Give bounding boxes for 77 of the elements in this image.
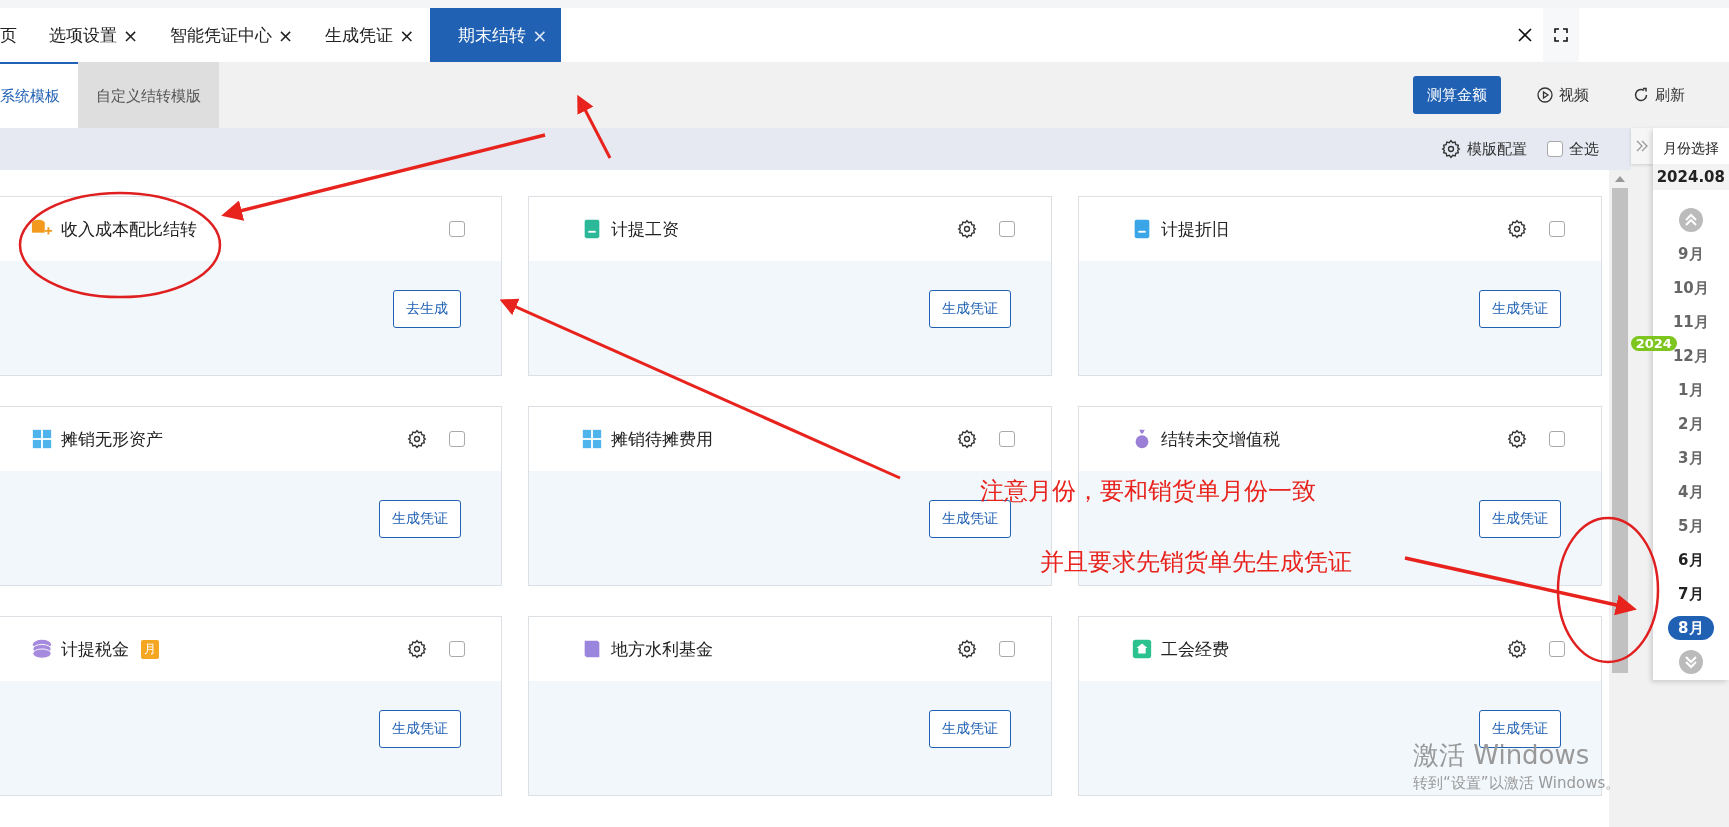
- card-title: 收入成本配比结转: [61, 217, 197, 241]
- tab-close-button[interactable]: ×: [399, 24, 415, 46]
- fullscreen-button[interactable]: [1543, 8, 1579, 62]
- month-item[interactable]: 5月: [1668, 514, 1714, 538]
- scrollbar-thumb[interactable]: [1611, 188, 1628, 673]
- scroll-up-icon[interactable]: [1614, 176, 1625, 182]
- checkbox-square[interactable]: [1546, 141, 1563, 157]
- card-title: 计提折旧: [1161, 217, 1229, 241]
- template-tab[interactable]: 自定义结转模版: [78, 62, 219, 128]
- scroll-up-icon[interactable]: [1678, 208, 1703, 232]
- card-title: 结转未交增值税: [1161, 427, 1280, 451]
- fullscreen-icon: [1554, 28, 1568, 42]
- tab-close-button[interactable]: ×: [278, 24, 294, 46]
- card-checkbox[interactable]: [1549, 431, 1565, 447]
- card-title: 摊销无形资产: [61, 427, 163, 451]
- settings-icon[interactable]: [957, 639, 977, 659]
- card-checkbox[interactable]: [449, 641, 465, 657]
- annotation-arrow: [577, 94, 612, 159]
- generate-button[interactable]: 生成凭证: [379, 500, 461, 538]
- calculate-button[interactable]: 测算金额: [1413, 76, 1501, 114]
- double-chevron-icon: [1635, 140, 1648, 152]
- generate-button[interactable]: 生成凭证: [379, 710, 461, 748]
- tab-close-button[interactable]: ×: [532, 24, 548, 46]
- card-checkbox[interactable]: [1549, 221, 1565, 237]
- month-item[interactable]: 11月: [1662, 310, 1719, 334]
- settings-icon[interactable]: [1507, 429, 1527, 449]
- video-button[interactable]: 视频: [1537, 85, 1589, 105]
- card-title: 工会经费: [1161, 637, 1229, 661]
- select-all-label: 全选: [1568, 139, 1599, 159]
- card-checkbox[interactable]: [1549, 641, 1565, 657]
- card-checkbox[interactable]: [999, 221, 1015, 237]
- collapse-button[interactable]: [1630, 128, 1653, 164]
- template-config-button[interactable]: 模版配置: [1440, 139, 1527, 159]
- settings-icon[interactable]: [1507, 639, 1527, 659]
- card-title: 地方水利基金: [611, 637, 713, 661]
- generate-button[interactable]: 去生成: [393, 290, 461, 328]
- settings-icon[interactable]: [1440, 139, 1461, 159]
- select-all-checkbox[interactable]: 全选: [1546, 139, 1599, 159]
- scrollbar[interactable]: [1608, 170, 1631, 827]
- card-checkbox[interactable]: [999, 431, 1015, 447]
- settings-icon[interactable]: [407, 429, 427, 449]
- month-item[interactable]: 6月: [1668, 548, 1714, 572]
- month-item[interactable]: 9月: [1668, 242, 1714, 266]
- settings-icon[interactable]: [957, 219, 977, 239]
- selected-month-value: 2024.08: [1652, 164, 1729, 190]
- refresh-icon: [1633, 87, 1649, 103]
- month-badge: 月: [141, 639, 159, 659]
- tab-close-button[interactable]: ×: [123, 24, 139, 46]
- month-item[interactable]: 7月: [1668, 582, 1714, 606]
- play-icon: [1537, 87, 1553, 103]
- card-checkbox[interactable]: [999, 641, 1015, 657]
- settings-icon[interactable]: [1507, 219, 1527, 239]
- card-checkbox[interactable]: [449, 431, 465, 447]
- month-item[interactable]: 3月: [1668, 446, 1714, 470]
- template-tab[interactable]: 系统模板: [0, 62, 78, 128]
- card-checkbox[interactable]: [449, 221, 465, 237]
- scroll-down-icon[interactable]: [1678, 650, 1703, 674]
- page-tab[interactable]: 期末结转 ×: [430, 8, 562, 62]
- month-item[interactable]: 1月: [1668, 378, 1714, 402]
- generate-button[interactable]: 生成凭证: [1479, 290, 1561, 328]
- month-item[interactable]: 4月: [1668, 480, 1714, 504]
- month-item[interactable]: 2月: [1668, 412, 1714, 436]
- card-title: 计提工资: [611, 217, 679, 241]
- card-title: 计提税金: [61, 637, 129, 661]
- generate-button[interactable]: 生成凭证: [929, 290, 1011, 328]
- panel-title: 月份选择: [1662, 140, 1719, 158]
- month-item[interactable]: 8月: [1668, 616, 1714, 640]
- settings-icon[interactable]: [957, 429, 977, 449]
- generate-button[interactable]: 生成凭证: [929, 710, 1011, 748]
- settings-icon[interactable]: [407, 639, 427, 659]
- month-item[interactable]: 10月: [1662, 276, 1719, 300]
- activation-text: 转到“设置”以激活 Windows。: [1413, 774, 1621, 793]
- card-title: 摊销待摊费用: [611, 427, 713, 451]
- generate-button[interactable]: 生成凭证: [1479, 500, 1561, 538]
- refresh-button[interactable]: 刷新: [1633, 85, 1685, 105]
- close-icon: [1518, 28, 1532, 42]
- annotation-note: 并且要求先销货单先生成凭证: [1040, 547, 1352, 578]
